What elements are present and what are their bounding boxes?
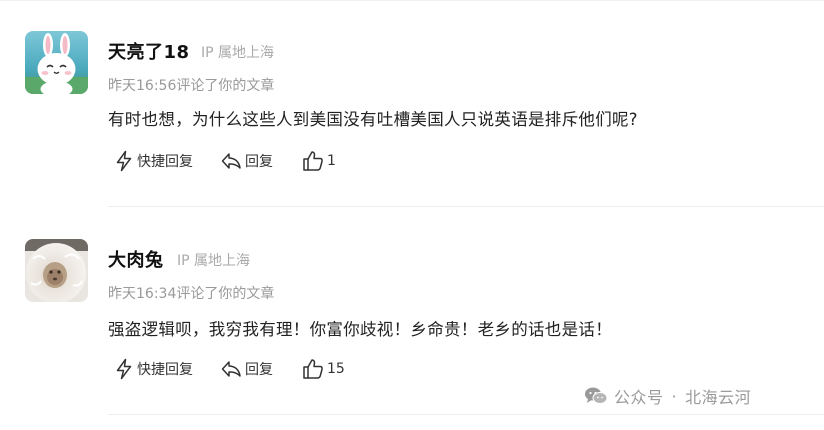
comment-meta: 昨天16:56评论了你的文章: [108, 78, 275, 94]
quick-reply-button[interactable]: 快捷回复: [114, 358, 220, 380]
watermark-name: 北海云河: [685, 388, 752, 407]
reply-label: 回复: [245, 154, 273, 170]
comment-actions: 快捷回复 回复 15: [114, 358, 345, 380]
comment-divider: [108, 206, 824, 207]
bunny-avatar-icon: [25, 31, 88, 94]
lightning-icon: [116, 358, 132, 380]
ip-location: IP 属地上海: [177, 253, 251, 269]
avatar[interactable]: [25, 31, 88, 94]
quick-reply-label: 快捷回复: [137, 154, 193, 170]
watermark-separator: ·: [671, 386, 678, 406]
watermark-prefix: 公众号: [614, 388, 664, 407]
username[interactable]: 天亮了18: [108, 38, 190, 64]
username[interactable]: 大肉兔: [108, 246, 164, 272]
watermark: 公众号 · 北海云河: [584, 384, 751, 408]
like-count: 15: [327, 361, 345, 377]
wechat-icon: [585, 387, 608, 404]
like-button[interactable]: 1: [302, 150, 336, 172]
reply-arrow-icon: [221, 361, 241, 377]
bottom-divider: [108, 414, 824, 415]
reply-button[interactable]: 回复: [220, 151, 302, 171]
comment-item: 天亮了18 IP 属地上海 昨天16:56评论了你的文章 有时也想，为什么这些人…: [0, 0, 824, 207]
reply-arrow-icon: [221, 153, 241, 169]
lightning-icon: [116, 150, 132, 172]
avatar[interactable]: [25, 239, 88, 302]
fluffy-animal-avatar-icon: [25, 239, 88, 302]
thumbs-up-icon: [303, 151, 323, 171]
comment-actions: 快捷回复 回复 1: [114, 150, 336, 172]
reply-button[interactable]: 回复: [220, 359, 302, 379]
ip-location: IP 属地上海: [201, 45, 275, 61]
quick-reply-button[interactable]: 快捷回复: [114, 150, 220, 172]
reply-label: 回复: [245, 362, 273, 378]
like-count: 1: [327, 153, 336, 169]
comment-text: 有时也想，为什么这些人到美国没有吐槽美国人只说英语是排斥他们呢?: [108, 110, 638, 129]
like-button[interactable]: 15: [302, 358, 345, 380]
comment-meta: 昨天16:34评论了你的文章: [108, 286, 275, 302]
comment-text: 强盗逻辑呗，我穷我有理！你富你歧视！乡命贵！老乡的话也是话！: [108, 320, 612, 339]
thumbs-up-icon: [303, 359, 323, 379]
quick-reply-label: 快捷回复: [137, 362, 193, 378]
